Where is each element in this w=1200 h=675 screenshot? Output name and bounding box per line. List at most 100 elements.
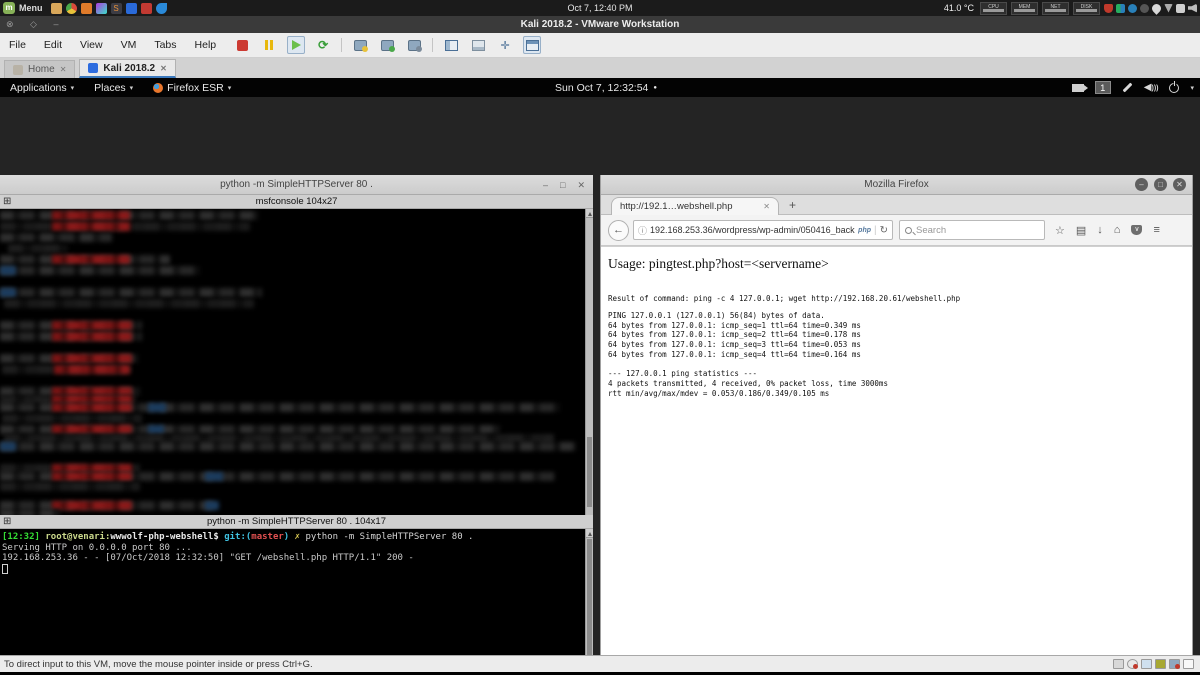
screenshot-tool-icon[interactable] [1122, 83, 1132, 93]
take-snapshot-button[interactable] [351, 36, 369, 54]
menu-vm[interactable]: VM [112, 39, 146, 51]
msf-scrollbar[interactable] [585, 209, 593, 515]
show-library-button[interactable] [442, 36, 460, 54]
bluetooth-icon[interactable] [1128, 4, 1137, 13]
sync-icon[interactable] [1116, 4, 1125, 13]
cpu-monitor[interactable]: CPU [980, 2, 1007, 15]
device-status-icons [1113, 659, 1200, 669]
volume-icon[interactable]: ◀))) [1144, 82, 1159, 93]
kali-clock[interactable]: Sun Oct 7, 12:32:54 ● [555, 82, 657, 94]
sublime-icon[interactable]: S [111, 3, 122, 14]
stop-icon [237, 40, 248, 51]
app-icon-red[interactable] [141, 3, 152, 14]
close-icon[interactable]: ✕ [160, 64, 167, 73]
minimize-icon[interactable]: – [543, 175, 548, 195]
hamburger-menu-icon[interactable]: ≡ [1153, 224, 1159, 236]
suspend-button[interactable] [260, 36, 278, 54]
bookmarks-sidebar-icon[interactable]: ▤ [1076, 224, 1086, 237]
volume-icon[interactable] [1188, 4, 1197, 13]
info-icon[interactable]: ⓘ [638, 224, 647, 237]
firefox-esr-menu[interactable]: Firefox ESR ▾ [143, 82, 241, 94]
screen-recorder-icon[interactable] [1072, 84, 1084, 92]
files-icon[interactable] [51, 3, 62, 14]
prompt-command: python -m SimpleHTTPServer 80 . [305, 532, 473, 542]
url-text[interactable]: 192.168.253.36/wordpress/wp-admin/050416… [650, 225, 855, 235]
scroll-up-icon[interactable] [586, 529, 593, 538]
reset-button[interactable]: ⟳ [314, 36, 332, 54]
home-icon[interactable]: ⌂ [1114, 224, 1121, 236]
power-menu-icon[interactable] [1169, 83, 1179, 93]
console-view-button[interactable] [523, 36, 541, 54]
ink-drop-icon[interactable] [96, 3, 107, 14]
fan-icon[interactable] [1140, 4, 1149, 13]
host-menu-button[interactable]: Menu [19, 3, 43, 13]
wifi-icon[interactable] [1164, 4, 1173, 13]
msf-pane-tab[interactable]: ⊞ msfconsole 104x27 [0, 195, 593, 209]
close-icon[interactable]: ✕ [60, 65, 67, 74]
chevron-down-icon: ▾ [130, 84, 134, 92]
terminal-titlebar[interactable]: python -m SimpleHTTPServer 80 . – □ ✕ [0, 175, 593, 195]
firewall-icon[interactable] [1104, 4, 1113, 13]
close-icon[interactable]: ✕ [577, 175, 585, 195]
python-scrollbar[interactable] [585, 529, 593, 675]
show-thumbnail-bar-button[interactable] [469, 36, 487, 54]
close-icon[interactable]: ✕ [763, 198, 770, 215]
firefox-navbar: ← ⓘ 192.168.253.36/wordpress/wp-admin/05… [601, 215, 1192, 246]
bookmark-star-icon[interactable]: ☆ [1055, 224, 1065, 237]
location-icon[interactable] [1150, 2, 1163, 15]
menu-view[interactable]: View [71, 39, 112, 51]
harddisk-device-icon[interactable] [1113, 659, 1124, 669]
firefox-titlebar[interactable]: Mozilla Firefox – □ ✕ [601, 175, 1192, 195]
scrollbar-thumb[interactable] [587, 437, 592, 507]
new-tab-button[interactable]: + [789, 198, 796, 212]
network-device-icon[interactable] [1169, 659, 1180, 669]
browser-tab[interactable]: http://192.1…webshell.php ✕ [611, 197, 779, 215]
downloads-icon[interactable]: ↓ [1097, 224, 1103, 236]
cdrom-device-icon[interactable] [1127, 659, 1138, 669]
autofit-button[interactable]: ✛ [496, 36, 514, 54]
python-server-pane[interactable]: [12:32] root@venari:wwwolf-php-webshell$… [0, 529, 593, 675]
app-icon-blue[interactable] [126, 3, 137, 14]
mint-menu-icon[interactable]: m [3, 2, 15, 14]
disk-monitor[interactable]: DISK [1073, 2, 1100, 15]
applications-menu[interactable]: Applications ▾ [0, 82, 84, 94]
tab-home[interactable]: Home ✕ [4, 60, 75, 78]
vmware-window-controls[interactable]: ⊗ ◇ – [6, 16, 65, 33]
vmware-titlebar[interactable]: ⊗ ◇ – Kali 2018.2 - VMware Workstation [0, 16, 1200, 33]
msfconsole-pane[interactable] [0, 209, 593, 515]
maximize-icon[interactable]: □ [560, 175, 565, 195]
net-monitor[interactable]: NET [1042, 2, 1069, 15]
menu-tabs[interactable]: Tabs [145, 39, 185, 51]
revert-snapshot-button[interactable] [378, 36, 396, 54]
fullscreen-grip-icon[interactable] [1183, 659, 1194, 669]
maximize-icon[interactable]: □ [1154, 178, 1167, 191]
app-icon-orange[interactable] [81, 3, 92, 14]
manage-snapshots-button[interactable] [405, 36, 423, 54]
places-menu[interactable]: Places ▾ [84, 82, 143, 94]
mem-monitor[interactable]: MEM [1011, 2, 1038, 15]
search-input[interactable]: Search [899, 220, 1045, 240]
power-off-button[interactable] [233, 36, 251, 54]
menu-file[interactable]: File [0, 39, 35, 51]
tab-kali[interactable]: Kali 2018.2 ✕ [79, 59, 175, 78]
minimize-icon[interactable]: – [1135, 178, 1148, 191]
workspace-indicator[interactable]: 1 [1095, 81, 1111, 94]
scroll-up-icon[interactable] [586, 209, 593, 218]
url-bar[interactable]: ⓘ 192.168.253.36/wordpress/wp-admin/0504… [633, 220, 893, 240]
browser-icon[interactable] [66, 3, 77, 14]
python-pane-tab[interactable]: ⊞ python -m SimpleHTTPServer 80 . 104x17 [0, 515, 593, 529]
menu-help[interactable]: Help [186, 39, 226, 51]
reload-icon[interactable]: ↻ [880, 225, 888, 236]
menu-edit[interactable]: Edit [35, 39, 71, 51]
usb-device-icon[interactable] [1141, 659, 1152, 669]
vmware-toolbar: ⟳ ✛ [233, 36, 541, 54]
floppy-device-icon[interactable] [1155, 659, 1166, 669]
chevron-down-icon[interactable]: ▾ [1190, 84, 1194, 92]
back-button[interactable]: ← [608, 220, 629, 241]
pocket-icon[interactable]: ∨ [1131, 225, 1142, 235]
pause-icon [265, 40, 273, 50]
app-icon-plane[interactable] [156, 3, 167, 14]
battery-icon[interactable] [1176, 4, 1185, 13]
close-icon[interactable]: ✕ [1173, 178, 1186, 191]
power-on-button[interactable] [287, 36, 305, 54]
